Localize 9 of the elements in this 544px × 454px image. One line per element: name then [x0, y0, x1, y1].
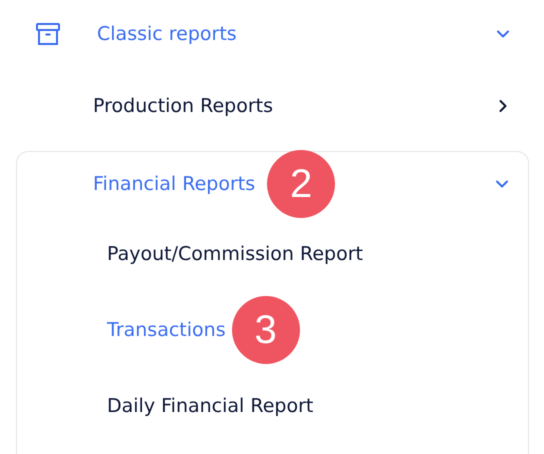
section-title[interactable]: Classic reports [97, 23, 237, 45]
menu-item[interactable]: Financial Reports [93, 173, 256, 195]
submenu-item[interactable]: Daily Financial Report [107, 395, 314, 417]
step-badge: 2 [267, 150, 336, 218]
submenu-item[interactable]: Payout/Commission Report [107, 243, 363, 265]
submenu-item[interactable]: Transactions [107, 319, 226, 341]
menu-item[interactable]: Production Reports [93, 95, 274, 117]
archive-box-icon [36, 23, 60, 45]
step-badge: 3 [232, 296, 300, 364]
